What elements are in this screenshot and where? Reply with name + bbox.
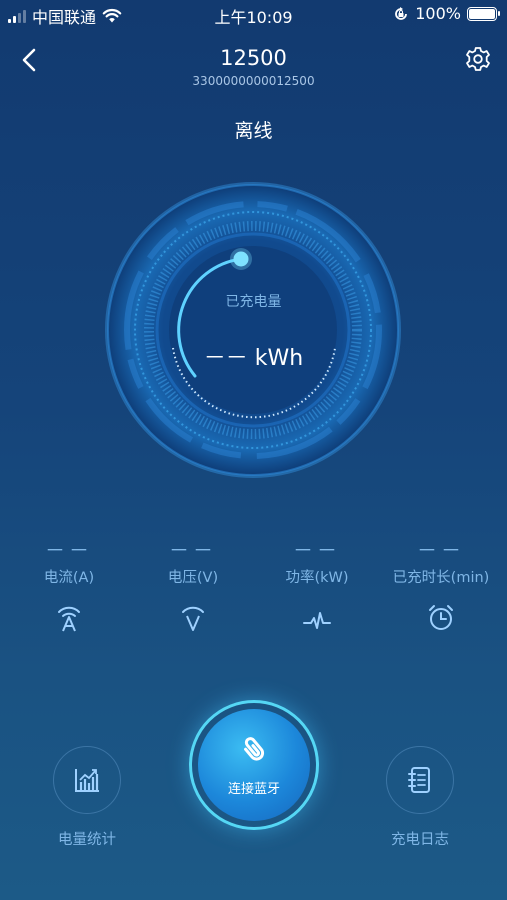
charge-log-label[interactable]: 充电日志 (350, 828, 490, 849)
rotation-lock-icon (395, 6, 408, 20)
battery-icon (467, 6, 500, 21)
duration-label: 已充时长(min) (392, 570, 490, 586)
current-icon (58, 606, 80, 632)
metric-current: －－ 电流(A) (6, 534, 132, 633)
energy-stats-button[interactable] (53, 746, 121, 814)
bar-chart-icon (75, 769, 99, 792)
current-label: 电流(A) (43, 570, 95, 586)
connection-state: 离线 (234, 120, 273, 142)
charged-energy-value: －－ kWh (203, 346, 304, 371)
notebook-icon (408, 767, 430, 793)
power-label: 功率(kW) (285, 570, 349, 586)
current-value: －－ (45, 538, 93, 562)
link-icon (244, 736, 265, 761)
device-serial: 3300000000012500 (192, 74, 315, 88)
alarm-clock-icon (429, 605, 453, 630)
energy-stats-label[interactable]: 电量统计 (17, 828, 157, 849)
voltage-value: －－ (169, 538, 217, 562)
power-value: －－ (293, 538, 341, 562)
charge-gauge (105, 182, 401, 478)
voltage-icon (182, 606, 204, 631)
charge-log-button[interactable] (386, 746, 454, 814)
power-icon (303, 612, 331, 629)
status-right: 100% (393, 4, 500, 23)
gauge-label: 已充电量 (225, 294, 282, 310)
metric-duration: －－ 已充时长(min) (378, 534, 504, 633)
duration-value: －－ (417, 538, 465, 562)
metric-voltage: －－ 电压(V) (130, 534, 256, 633)
battery-percent: 100% (415, 4, 461, 23)
voltage-label: 电压(V) (167, 570, 219, 586)
metric-power: －－ 功率(kW) (254, 534, 380, 633)
gear-icon[interactable] (461, 42, 495, 76)
connect-bluetooth-label: 连接蓝牙 (227, 781, 280, 797)
device-title: 12500 (220, 46, 287, 70)
connect-bluetooth-button[interactable]: 连接蓝牙 (189, 700, 319, 830)
status-bar: 中国联通 上午10:09 100% (0, 0, 507, 30)
